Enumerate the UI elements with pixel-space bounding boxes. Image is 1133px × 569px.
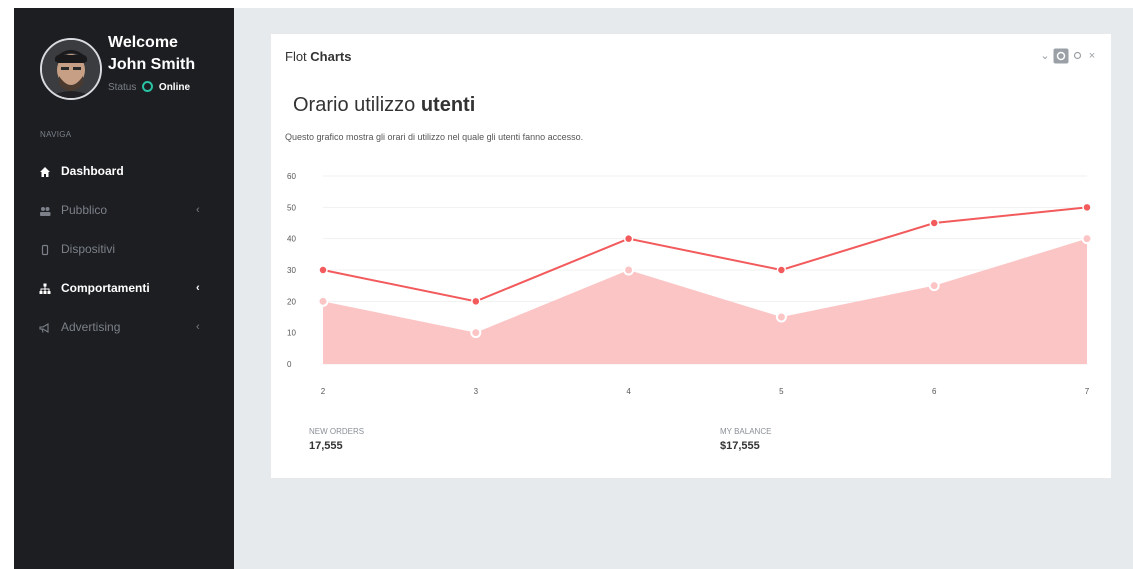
close-icon[interactable]: × [1086, 47, 1098, 65]
x-tick-label: 2 [321, 387, 326, 396]
users-icon [40, 207, 51, 216]
panel-title-normal: Flot [285, 49, 311, 64]
sidebar-item-label: Advertising [61, 320, 121, 334]
panel-title: Flot Charts [285, 49, 351, 64]
settings-box-icon[interactable] [1053, 47, 1069, 65]
y-tick-label: 20 [287, 297, 296, 306]
y-tick-label: 60 [287, 172, 296, 181]
x-tick-label: 7 [1085, 387, 1090, 396]
nav-heading: NAVIGA [40, 130, 72, 139]
status-label: Status [108, 82, 137, 93]
sidebar-item-pubblico[interactable]: Pubblico ‹ [14, 193, 234, 227]
sitemap-icon [39, 283, 51, 294]
my-balance-value: $17,555 [720, 440, 760, 452]
line-series-point [623, 233, 634, 244]
sidebar-item-label: Dashboard [61, 164, 124, 178]
x-tick-label: 3 [474, 387, 479, 396]
my-balance-label: MY BALANCE [720, 427, 772, 436]
y-tick-label: 10 [287, 329, 296, 338]
x-tick-label: 5 [779, 387, 784, 396]
chart-title: Orario utilizzo utenti [293, 94, 475, 117]
mobile-icon [41, 244, 49, 256]
new-orders-value: 17,555 [309, 440, 343, 452]
app-window: Welcome John Smith Status Online NAVIGA … [14, 8, 1133, 569]
sidebar-item-dispositivi[interactable]: Dispositivi [14, 232, 234, 266]
x-tick-label: 6 [932, 387, 937, 396]
sidebar-item-dashboard[interactable]: Dashboard [14, 154, 234, 188]
home-icon [40, 167, 50, 177]
y-tick-label: 30 [287, 266, 296, 275]
refresh-icon[interactable] [1072, 47, 1082, 65]
bullhorn-icon [39, 323, 49, 333]
chevron-left-icon: ‹ [196, 204, 200, 216]
area-series-point [623, 264, 635, 276]
sidebar-item-label: Pubblico [61, 203, 108, 217]
avatar[interactable] [40, 38, 102, 100]
chevron-left-icon: ‹ [196, 282, 200, 294]
area-series-point [470, 327, 482, 339]
line-series-point [929, 218, 939, 228]
panel-tools: ⌄ × [1039, 47, 1099, 65]
flot-charts-panel: Flot Charts ⌄ × Orario utilizzo utenti Q… [271, 34, 1111, 478]
chart-title-bold: utenti [420, 94, 476, 116]
area-series-point [928, 280, 940, 292]
line-series-point [776, 265, 787, 275]
x-tick-label: 4 [626, 387, 631, 396]
line-chart: 0 10 20 30 40 50 60 2 3 4 5 6 7 [287, 172, 1093, 396]
sidebar-item-label: Dispositivi [61, 242, 116, 256]
chart-title-normal: Orario utilizzo [293, 94, 421, 116]
sidebar-item-label: Comportamenti [61, 281, 150, 295]
online-indicator-icon [142, 81, 154, 92]
user-avatar-icon [42, 40, 100, 98]
panel-title-bold: Charts [310, 49, 352, 64]
y-tick-label: 50 [287, 203, 296, 212]
area-series-point [775, 311, 787, 323]
chart-description: Questo grafico mostra gli orari di utili… [285, 132, 584, 142]
area-series-point [1081, 233, 1093, 245]
new-orders-label: NEW ORDERS [309, 427, 365, 436]
line-series-point [1082, 202, 1092, 213]
line-series-point [471, 296, 481, 307]
collapse-icon[interactable]: ⌄ [1039, 47, 1051, 65]
y-tick-label: 40 [287, 235, 296, 244]
line-series-point [318, 265, 328, 275]
sidebar: Welcome John Smith Status Online NAVIGA … [14, 8, 234, 569]
area-series-point [317, 295, 329, 307]
status-value: Online [158, 82, 191, 93]
sidebar-item-comportamenti[interactable]: Comportamenti ‹ [14, 271, 234, 305]
y-tick-label: 0 [287, 360, 292, 369]
welcome-text: Welcome [108, 34, 178, 51]
user-name: John Smith [108, 56, 196, 73]
user-status: Status Online [108, 81, 190, 93]
sidebar-item-advertising[interactable]: Advertising ‹ [14, 310, 234, 344]
chevron-left-icon: ‹ [196, 321, 200, 333]
